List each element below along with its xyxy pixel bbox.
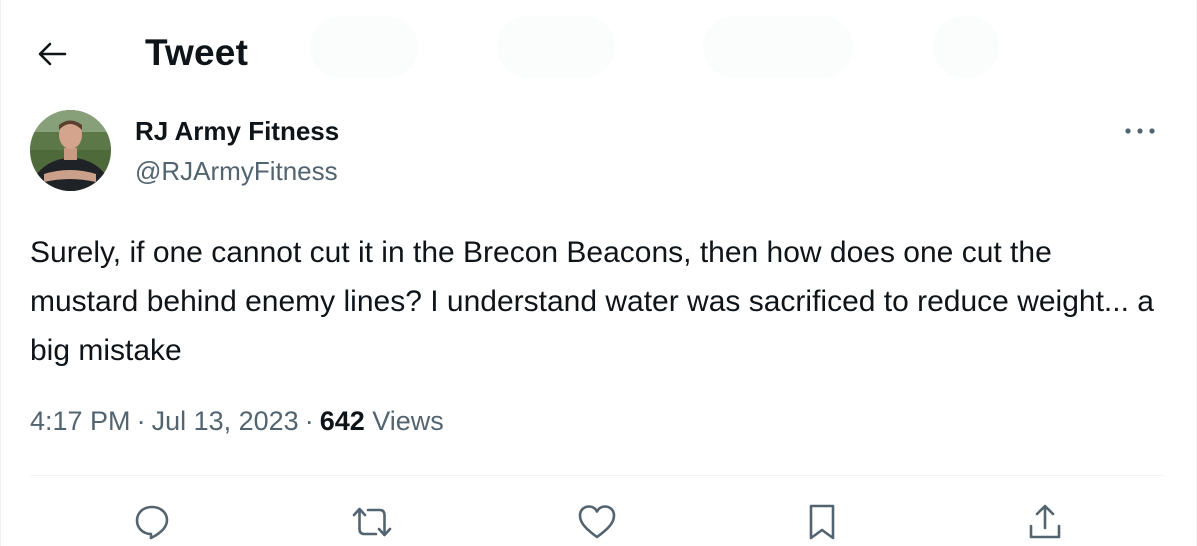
avatar-image — [30, 110, 111, 191]
views-label: Views — [372, 406, 444, 436]
tweet-date[interactable]: Jul 13, 2023 — [152, 406, 299, 436]
bookmark-icon — [809, 504, 835, 540]
faded-overlay — [310, 16, 418, 78]
faded-overlay — [933, 16, 999, 78]
more-options-button[interactable] — [1120, 116, 1160, 146]
faded-overlay — [703, 16, 853, 78]
reply-button[interactable] — [130, 500, 174, 544]
page-header: Tweet — [0, 0, 1197, 106]
more-dots-icon — [1125, 128, 1155, 134]
divider — [30, 475, 1163, 476]
tweet-text: Surely, if one cannot cut it in the Brec… — [30, 236, 1154, 367]
meta-separator: · — [136, 406, 146, 436]
author-name[interactable]: RJ Army Fitness — [135, 116, 339, 147]
faded-overlay — [497, 16, 615, 78]
avatar[interactable] — [30, 110, 111, 191]
page-title: Tweet — [145, 32, 249, 73]
views-count: 642 — [319, 406, 365, 436]
like-button[interactable] — [575, 500, 619, 544]
back-button[interactable] — [30, 36, 74, 72]
retweet-icon — [352, 507, 392, 537]
meta-separator: · — [304, 406, 314, 436]
share-icon — [1029, 504, 1061, 539]
arrow-left-icon — [38, 42, 67, 66]
author-handle[interactable]: @RJArmyFitness — [135, 156, 338, 187]
bookmark-button[interactable] — [800, 500, 844, 544]
share-button[interactable] — [1023, 500, 1067, 544]
tweet-meta: 4:17 PM · Jul 13, 2023 · 642 Views — [30, 406, 444, 437]
tweet-time[interactable]: 4:17 PM — [30, 406, 131, 436]
reply-icon — [135, 505, 169, 540]
like-icon — [578, 505, 616, 539]
retweet-button[interactable] — [350, 500, 394, 544]
